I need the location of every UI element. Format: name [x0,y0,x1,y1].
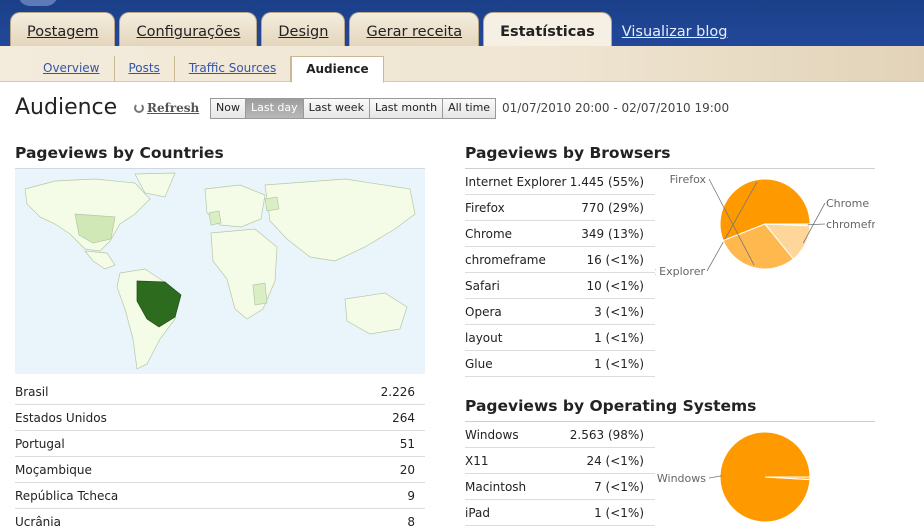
browser-value: 10 (<1%) [586,278,644,293]
refresh-icon [134,103,144,113]
tab-gerar-receita[interactable]: Gerar receita [349,12,480,46]
browser-name: Opera [465,304,502,319]
pie-slice-label: Chrome [826,197,869,210]
table-row: Opera 3 (<1%) [465,299,655,325]
range-last-week-button[interactable]: Last week [303,99,370,118]
pie-slice-label: Firefox [670,173,707,186]
range-now-button[interactable]: Now [211,99,246,118]
blogger-logo-fragment [18,0,58,6]
browser-value: 770 (29%) [581,200,644,215]
os-value: 2.563 (98%) [569,427,644,442]
os-name: X11 [465,453,489,468]
table-row: Estados Unidos 264 [15,405,425,431]
table-row: X11 24 (<1%) [465,448,655,474]
pie-slice-label: Windows [657,472,706,485]
os-pie-chart: Windows [655,422,875,531]
browsers-pie-chart: et Explorer Firefox Chrome chromefra [655,169,875,279]
table-row: Moçambique 20 [15,457,425,483]
browser-name: Firefox [465,200,505,215]
browser-value: 1 (<1%) [594,356,644,371]
country-name: Ucrânia [15,514,61,529]
country-value: 9 [407,488,415,503]
country-name: República Tcheca [15,488,119,503]
os-table: Windows 2.563 (98%) X11 24 (<1%) Macintosh… [465,422,655,526]
page-title: Audience [15,95,118,120]
browser-value: 3 (<1%) [594,304,644,319]
country-value: 51 [399,436,415,451]
table-row: Windows 2.563 (98%) [465,422,655,448]
os-pie-svg: Windows [657,431,811,523]
browser-name: Internet Explorer [465,174,567,189]
browsers-pie-svg: et Explorer Firefox Chrome chromefra [655,173,875,278]
country-value: 2.226 [380,384,415,399]
time-range-selector: Now Last day Last week Last month All ti… [210,98,497,119]
os-name: Windows [465,427,519,442]
main-tabs: Postagem Configurações Design Gerar rece… [10,12,734,47]
table-row: Glue 1 (<1%) [465,351,655,377]
browser-value: 1 (<1%) [594,330,644,345]
browser-name: Safari [465,278,500,293]
country-name: Estados Unidos [15,410,107,425]
table-row: Safari 10 (<1%) [465,273,655,299]
os-value: 1 (<1%) [594,505,644,520]
country-name: Moçambique [15,462,92,477]
browsers-title: Pageviews by Browsers [465,144,671,162]
os-name: iPad [465,505,491,520]
table-row: iPad 1 (<1%) [465,500,655,526]
table-row: Chrome 349 (13%) [465,221,655,247]
world-map-svg [15,169,425,374]
pie-slice-label: chromefra [826,218,875,231]
browsers-table: Internet Explorer 1.445 (55%) Firefox 770 … [465,169,655,377]
date-range-text: 01/07/2010 20:00 - 02/07/2010 19:00 [502,101,730,115]
browser-value: 1.445 (55%) [569,174,644,189]
sub-nav-bar: Overview Posts Traffic Sources Audience [0,46,924,83]
table-row: chromeframe 16 (<1%) [465,247,655,273]
table-row: layout 1 (<1%) [465,325,655,351]
tab-design[interactable]: Design [261,12,346,46]
os-value: 24 (<1%) [586,453,644,468]
country-value: 264 [392,410,415,425]
view-blog-link[interactable]: Visualizar blog [616,12,734,46]
country-value: 20 [399,462,415,477]
table-row: Macintosh 7 (<1%) [465,474,655,500]
subtab-posts[interactable]: Posts [115,56,175,82]
country-value: 8 [407,514,415,529]
browser-value: 349 (13%) [581,226,644,241]
os-title: Pageviews by Operating Systems [465,397,757,415]
tab-postagem[interactable]: Postagem [10,12,116,46]
table-row: Firefox 770 (29%) [465,195,655,221]
subtab-overview[interactable]: Overview [0,56,115,82]
tab-estatisticas[interactable]: Estatísticas [483,12,612,47]
browser-name: Glue [465,356,493,371]
range-last-month-button[interactable]: Last month [369,99,444,118]
stats-subtabs: Overview Posts Traffic Sources Audience [0,56,384,83]
table-row: Internet Explorer 1.445 (55%) [465,169,655,195]
subtab-audience[interactable]: Audience [291,56,384,83]
os-name: Macintosh [465,479,527,494]
country-name: Brasil [15,384,49,399]
browser-value: 16 (<1%) [586,252,644,267]
refresh-link[interactable]: Refresh [134,101,199,115]
range-last-day-button[interactable]: Last day [245,99,304,118]
pie-slice-label: et Explorer [655,265,705,278]
table-row: Portugal 51 [15,431,425,457]
countries-table: Brasil 2.226 Estados Unidos 264 Portugal 51… [15,379,425,531]
range-all-time-button[interactable]: All time [443,99,496,118]
subtab-traffic-sources[interactable]: Traffic Sources [175,56,292,82]
world-map[interactable] [15,168,425,374]
refresh-label: Refresh [147,101,200,115]
table-row: Ucrânia 8 [15,509,425,531]
table-row: República Tcheca 9 [15,483,425,509]
table-row: Brasil 2.226 [15,379,425,405]
browser-name: layout [465,330,503,345]
tab-configuracoes[interactable]: Configurações [119,12,258,46]
browser-name: Chrome [465,226,513,241]
top-nav-bar: Postagem Configurações Design Gerar rece… [0,0,924,47]
countries-title: Pageviews by Countries [15,144,224,162]
country-name: Portugal [15,436,65,451]
os-value: 7 (<1%) [594,479,644,494]
browser-name: chromeframe [465,252,546,267]
